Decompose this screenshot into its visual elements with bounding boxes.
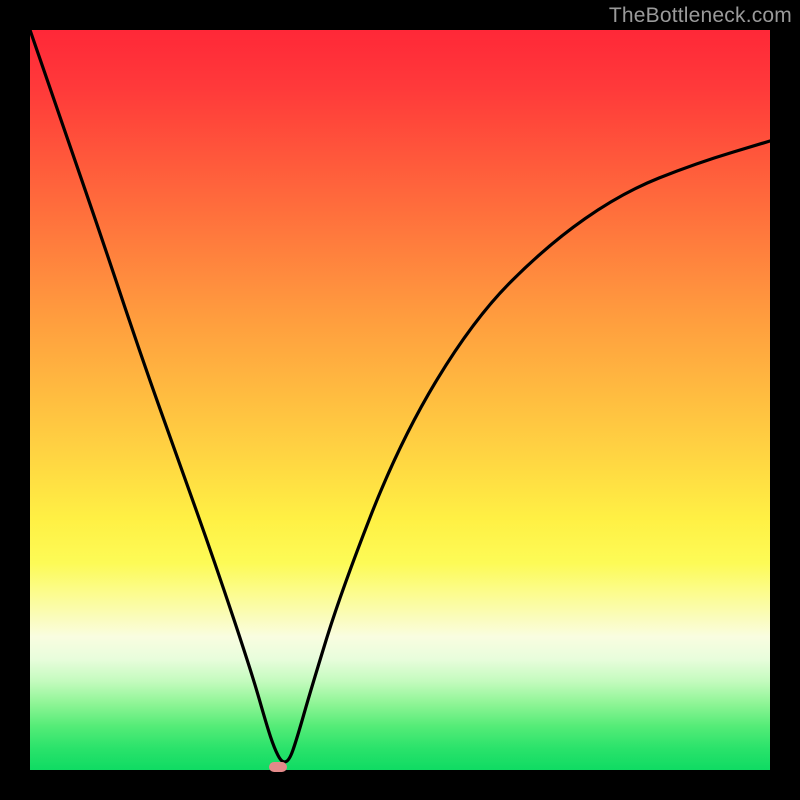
- bottleneck-curve: [30, 30, 770, 770]
- watermark-text: TheBottleneck.com: [609, 4, 792, 28]
- plot-area: [30, 30, 770, 770]
- chart-frame: TheBottleneck.com: [0, 0, 800, 800]
- optimal-marker: [269, 762, 287, 772]
